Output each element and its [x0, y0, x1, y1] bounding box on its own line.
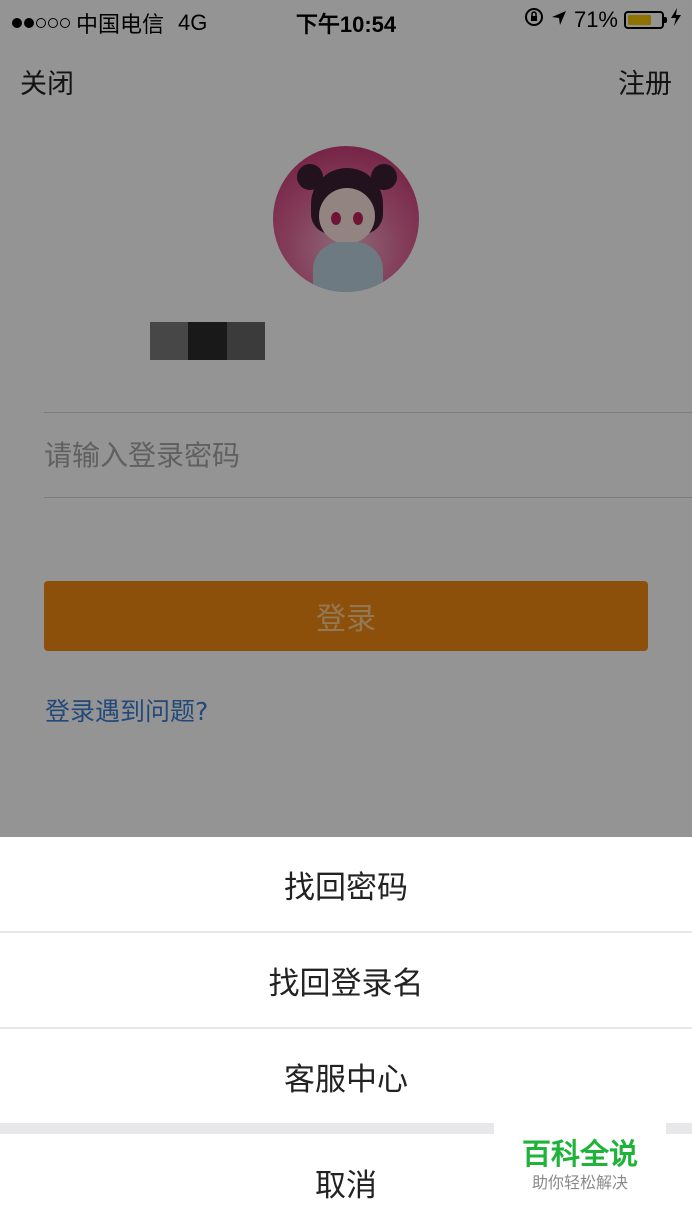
customer-service-option[interactable]: 客服中心 — [0, 1029, 692, 1123]
watermark-logo: 百科全说 助你轻松解决 — [494, 1122, 666, 1208]
watermark-title: 百科全说 — [521, 1137, 638, 1171]
recover-username-option[interactable]: 找回登录名 — [0, 933, 692, 1027]
recover-password-option[interactable]: 找回密码 — [0, 837, 692, 931]
watermark-subtitle: 助你轻松解决 — [531, 1173, 628, 1192]
